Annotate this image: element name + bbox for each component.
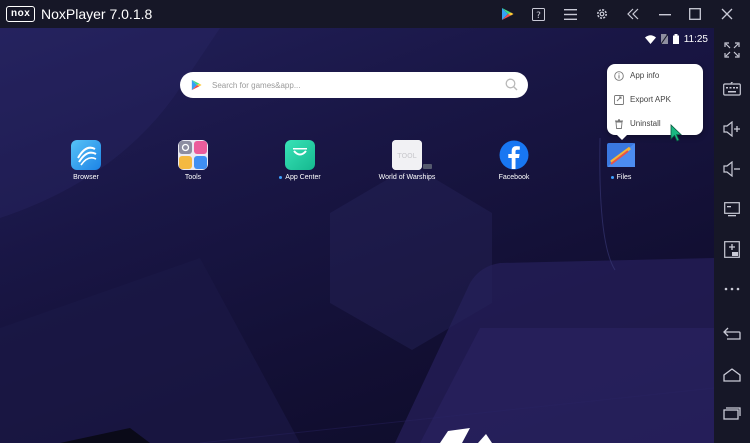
android-badge-icon xyxy=(423,164,432,169)
menu-item-app-info[interactable]: App info xyxy=(607,65,703,87)
volume-up-icon[interactable] xyxy=(720,117,744,141)
app-app-center[interactable]: App Center xyxy=(265,140,335,181)
maximize-icon[interactable] xyxy=(680,0,710,28)
tools-icon xyxy=(178,140,208,170)
info-icon xyxy=(614,71,624,81)
app-center-icon xyxy=(285,140,315,170)
title-bar: nox NoxPlayer 7.0.1.8 ? xyxy=(0,0,750,28)
nox-logo: nox xyxy=(6,6,36,22)
export-icon xyxy=(614,95,624,105)
browser-icon xyxy=(71,140,101,170)
fullscreen-icon[interactable] xyxy=(720,38,744,62)
home-icon[interactable] xyxy=(720,363,744,387)
popup-arrow xyxy=(617,135,627,140)
settings-icon[interactable] xyxy=(587,0,617,28)
collapse-icon[interactable] xyxy=(618,0,648,28)
play-store-icon[interactable] xyxy=(492,0,522,28)
world-of-warships-icon: TOOL xyxy=(392,140,422,170)
app-label: Tools xyxy=(184,174,202,181)
battery-icon xyxy=(672,34,679,44)
search-bar[interactable] xyxy=(180,72,528,98)
menu-item-export-apk[interactable]: Export APK xyxy=(607,89,703,111)
trash-icon xyxy=(615,119,623,129)
app-world-of-warships[interactable]: TOOL World of Warships xyxy=(372,140,442,181)
sim-icon xyxy=(660,34,668,44)
nox-player-window: nox NoxPlayer 7.0.1.8 ? 11:25 Search for… xyxy=(0,0,750,443)
files-icon xyxy=(606,140,636,170)
app-label: World of Warships xyxy=(378,174,436,181)
right-toolbar xyxy=(714,28,750,443)
facebook-icon xyxy=(499,140,529,170)
menu-item-uninstall[interactable]: Uninstall xyxy=(607,113,703,135)
cursor-icon xyxy=(670,124,682,142)
clock: 11:25 xyxy=(683,33,708,45)
app-label: Files xyxy=(586,174,656,181)
svg-text:?: ? xyxy=(536,11,541,21)
screen-icon[interactable] xyxy=(720,197,744,221)
status-bar: 11:25 xyxy=(644,32,708,46)
recents-icon[interactable] xyxy=(720,401,744,425)
search-input[interactable] xyxy=(212,76,492,94)
play-store-icon xyxy=(191,79,202,91)
close-icon[interactable] xyxy=(712,0,742,28)
keyboard-icon[interactable] xyxy=(720,77,744,101)
minimize-icon[interactable] xyxy=(650,0,680,28)
app-browser[interactable]: Browser xyxy=(51,140,121,181)
app-facebook[interactable]: Facebook xyxy=(479,140,549,181)
app-label: Facebook xyxy=(498,174,530,181)
back-icon[interactable] xyxy=(720,322,744,346)
app-tools[interactable]: Tools xyxy=(158,140,228,181)
window-title: NoxPlayer 7.0.1.8 xyxy=(41,6,153,22)
wifi-icon xyxy=(644,34,656,44)
svg-text:TOOL: TOOL xyxy=(396,152,416,160)
menu-icon[interactable] xyxy=(555,0,585,28)
app-label: Browser xyxy=(73,174,99,181)
add-apk-icon[interactable] xyxy=(720,237,744,261)
app-label: App Center xyxy=(265,174,335,181)
search-icon[interactable] xyxy=(505,78,518,91)
app-files[interactable]: Files xyxy=(586,140,656,181)
app-context-menu: App info Export APK Uninstall xyxy=(607,64,703,140)
android-screen[interactable]: 11:25 Browser Tools App Center xyxy=(0,28,714,443)
help-icon[interactable]: ? xyxy=(523,0,553,28)
volume-down-icon[interactable] xyxy=(720,157,744,181)
more-icon[interactable] xyxy=(720,277,744,301)
